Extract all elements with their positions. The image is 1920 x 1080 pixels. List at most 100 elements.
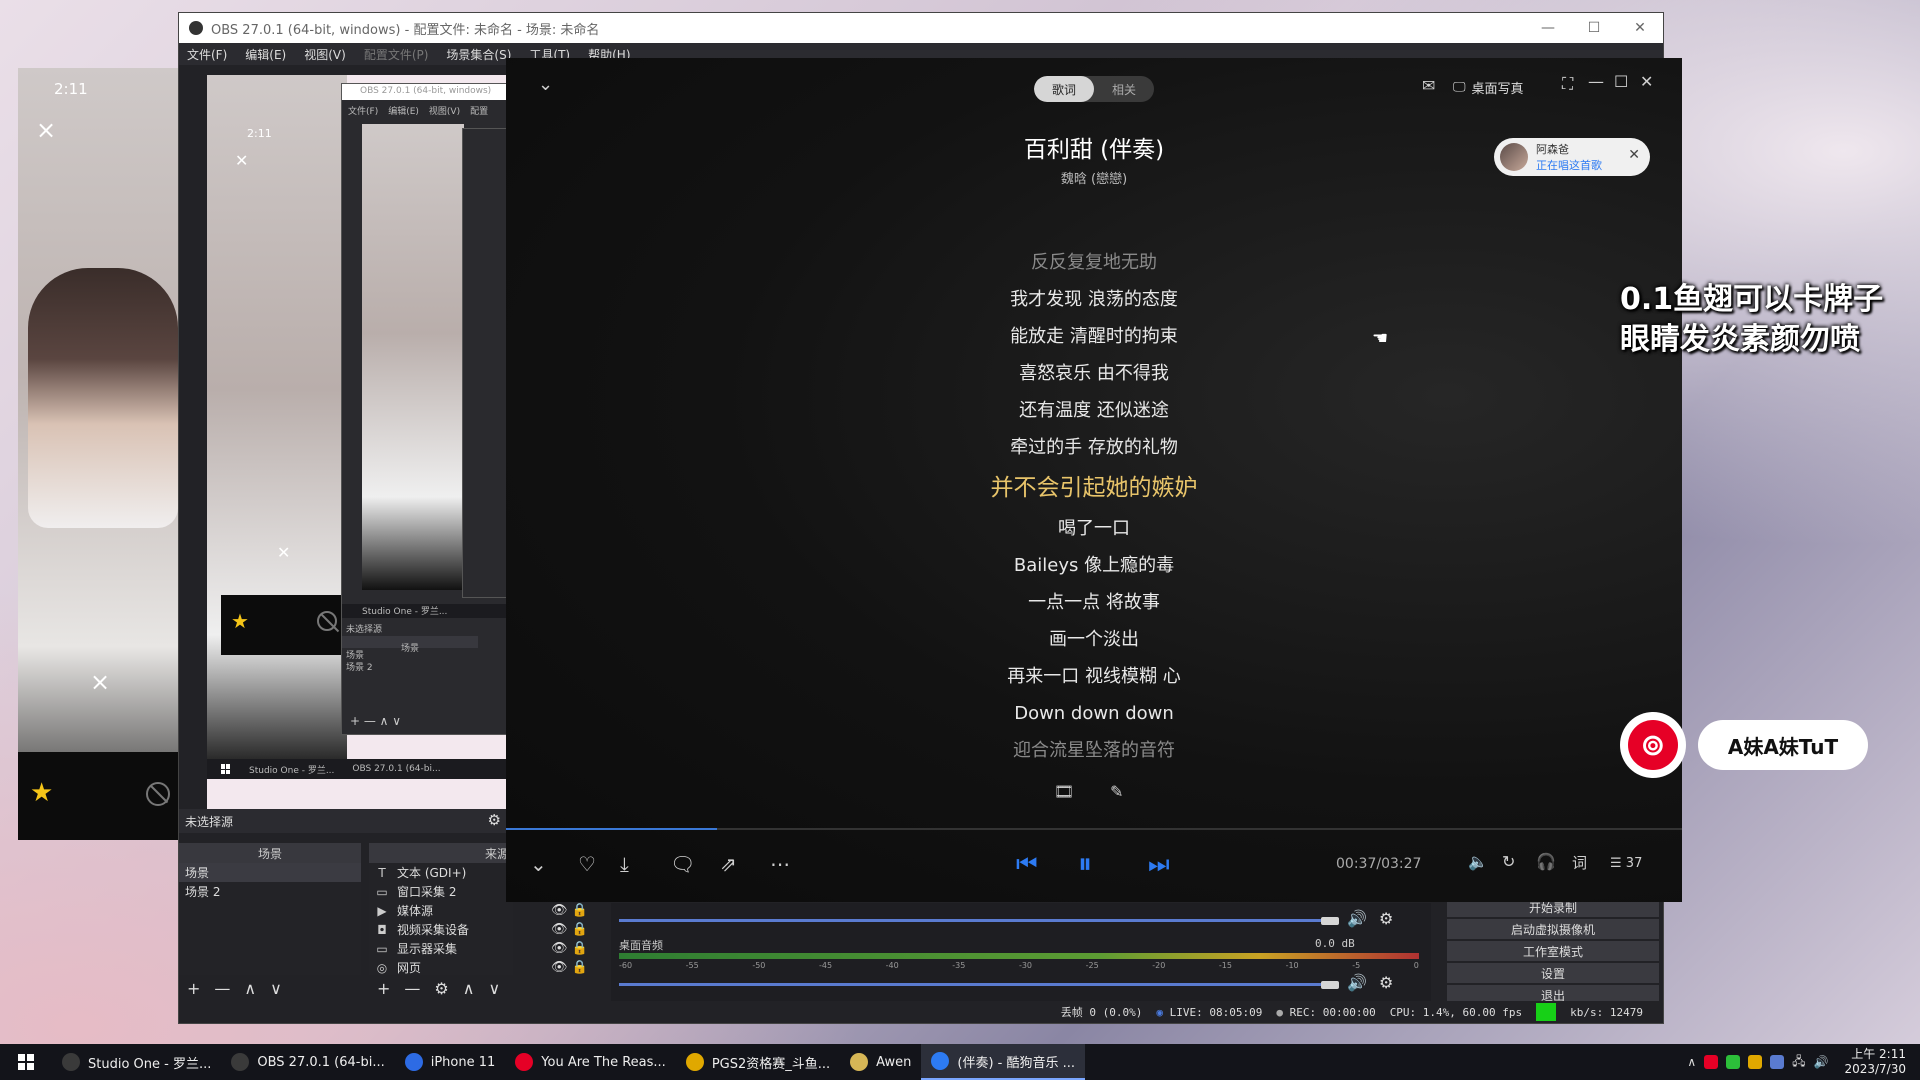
add-scene-button[interactable]: + xyxy=(187,979,200,998)
lyric-line[interactable]: 还有温度 还似迷途 xyxy=(506,392,1682,429)
obs-preview-canvas[interactable]: 2:11 ✕ ✕ ★ OBS 27.0.1 (64-bit, windows) … xyxy=(207,75,507,809)
tray-expand-icon[interactable]: ∧ xyxy=(1687,1055,1696,1069)
speaker-icon[interactable]: 🔊 xyxy=(1347,909,1367,928)
remove-source-button[interactable]: — xyxy=(404,979,420,998)
netease-tray-icon[interactable] xyxy=(1704,1055,1719,1069)
minimize-icon[interactable]: — xyxy=(1525,13,1571,43)
next-track-icon[interactable]: ⏭ xyxy=(1148,850,1170,878)
maximize-icon[interactable]: ☐ xyxy=(1614,72,1628,91)
taskbar-item-folder[interactable]: Awen xyxy=(840,1044,921,1080)
lyric-line[interactable]: 画一个淡出 xyxy=(506,621,1682,658)
source-item[interactable]: T 文本 (GDI+) xyxy=(369,863,513,882)
lyric-line[interactable]: 喝了一口 xyxy=(506,510,1682,547)
move-down-button[interactable]: ∨ xyxy=(488,979,500,998)
tab-lyrics[interactable]: 歌词 xyxy=(1034,76,1094,102)
source-item[interactable]: ▭ 显示器采集 xyxy=(369,939,513,958)
close-icon[interactable]: × xyxy=(36,116,56,144)
steam-tray-icon[interactable] xyxy=(1770,1055,1785,1069)
menu-view[interactable]: 视图(V) xyxy=(304,46,346,63)
scene-item[interactable]: 场景 xyxy=(179,863,361,882)
comment-icon[interactable]: 🗨 xyxy=(670,852,695,876)
lyric-line[interactable]: 牵过的手 存放的礼物 xyxy=(506,429,1682,466)
network-icon[interactable]: 🖧 xyxy=(1792,1052,1805,1073)
minimize-icon[interactable]: — xyxy=(1588,72,1604,91)
eye-icon[interactable]: 👁 🔒 xyxy=(551,920,588,939)
volume-slider[interactable] xyxy=(619,919,1331,922)
volume-knob[interactable] xyxy=(1321,917,1339,925)
lyric-line[interactable]: 一点一点 将故事 xyxy=(506,584,1682,621)
lyric-line[interactable]: Baileys 像上瘾的毒 xyxy=(506,547,1682,584)
mail-icon[interactable]: ✉ xyxy=(1422,76,1435,95)
download-icon[interactable]: ⤓ xyxy=(620,852,629,876)
lyric-line-current[interactable]: 并不会引起她的嫉妒 xyxy=(506,466,1682,510)
move-up-button[interactable]: ∧ xyxy=(244,979,256,998)
gear-icon[interactable]: ⚙ xyxy=(1379,973,1393,992)
heart-icon[interactable]: ♡ xyxy=(578,852,596,876)
add-source-button[interactable]: + xyxy=(377,979,390,998)
taskbar-item-netease[interactable]: You Are The Reas... xyxy=(505,1044,676,1080)
playlist-button[interactable]: ☰ 37 xyxy=(1610,856,1642,871)
wechat-tray-icon[interactable] xyxy=(1726,1055,1741,1069)
eye-icon[interactable]: 👁 🔒 xyxy=(551,958,588,977)
lyric-line[interactable]: 能放走 清醒时的拘束 xyxy=(506,318,1682,355)
listener-card[interactable]: 阿森爸 正在唱这首歌 ✕ xyxy=(1494,138,1650,176)
remove-scene-button[interactable]: — xyxy=(214,979,230,998)
menu-edit[interactable]: 编辑(E) xyxy=(245,46,286,63)
close-icon[interactable]: × xyxy=(90,668,110,696)
lyric-line[interactable]: 我才发现 浪荡的态度 xyxy=(506,281,1682,318)
taskbar-item-kugou[interactable]: (伴奏) - 酷狗音乐 ... xyxy=(921,1044,1086,1080)
volume-icon[interactable]: 🔊 xyxy=(1814,1055,1829,1069)
move-down-button[interactable]: ∨ xyxy=(270,979,282,998)
source-item[interactable]: ▶ 媒体源 xyxy=(369,901,513,920)
close-icon[interactable]: ✕ xyxy=(1640,72,1653,91)
volume-knob[interactable] xyxy=(1321,981,1339,989)
more-icon[interactable]: ⋯ xyxy=(770,852,790,876)
tab-related[interactable]: 相关 xyxy=(1094,76,1154,102)
virtual-camera-button[interactable]: 启动虚拟摄像机 xyxy=(1447,919,1659,939)
lyric-line[interactable]: 再来一口 视线模糊 心 xyxy=(506,658,1682,695)
move-up-button[interactable]: ∧ xyxy=(463,979,475,998)
taskbar-item-studio-one[interactable]: Studio One - 罗兰... xyxy=(52,1044,221,1080)
system-clock[interactable]: 上午 2:11 2023/7/30 xyxy=(1844,1047,1906,1077)
star-icon[interactable]: ★ xyxy=(30,778,53,808)
maximize-icon[interactable]: ☐ xyxy=(1571,13,1617,43)
lyric-line[interactable]: 喜怒哀乐 由不得我 xyxy=(506,355,1682,392)
gear-icon[interactable]: ⚙ xyxy=(1379,909,1393,928)
progress-bar[interactable] xyxy=(506,828,1682,830)
lyric-line[interactable]: 反反复复地无助 xyxy=(506,244,1682,281)
lyric-line[interactable]: 迎合流星坠落的音符 xyxy=(506,732,1682,769)
studio-mode-button[interactable]: 工作室模式 xyxy=(1447,941,1659,961)
menu-file[interactable]: 文件(F) xyxy=(187,46,227,63)
source-item[interactable]: ▭ 窗口采集 2 xyxy=(369,882,513,901)
gear-icon[interactable]: ⚙ xyxy=(488,811,501,829)
scene-item[interactable]: 场景 2 xyxy=(179,882,361,901)
block-icon[interactable] xyxy=(146,782,170,806)
share-icon[interactable]: ⇗ xyxy=(720,852,737,876)
loop-icon[interactable]: ↻ xyxy=(1502,852,1515,871)
source-item[interactable]: ◘ 视频采集设备 xyxy=(369,920,513,939)
app-tray-icon[interactable] xyxy=(1748,1055,1763,1069)
eye-icon[interactable]: 👁 🔒 xyxy=(551,939,588,958)
gear-icon[interactable]: ⚙ xyxy=(434,979,448,998)
close-icon[interactable]: ✕ xyxy=(1617,13,1663,43)
lyrics-toggle-button[interactable]: 词 xyxy=(1572,852,1587,873)
taskbar-item-iphone[interactable]: iPhone 11 xyxy=(395,1044,506,1080)
menu-scene-collection[interactable]: 场景集合(S) xyxy=(446,46,511,63)
edit-lyrics-icon[interactable]: ✎ xyxy=(1110,782,1123,801)
close-icon[interactable]: ✕ xyxy=(1628,147,1640,163)
volume-slider[interactable] xyxy=(619,983,1331,986)
headphones-icon[interactable]: 🎧 xyxy=(1536,852,1556,871)
taskbar-item-chrome[interactable]: PGS2资格赛_斗鱼... xyxy=(676,1044,840,1080)
settings-button[interactable]: 设置 xyxy=(1447,963,1659,983)
pause-icon[interactable]: ⏸ xyxy=(1078,847,1092,881)
menu-profile[interactable]: 配置文件(P) xyxy=(364,46,429,63)
volume-icon[interactable]: 🔈 xyxy=(1468,852,1488,871)
mv-icon[interactable]: 🎞 xyxy=(1054,782,1074,801)
taskbar-item-obs[interactable]: OBS 27.0.1 (64-bi... xyxy=(221,1044,394,1080)
eye-icon[interactable]: 👁 🔒 xyxy=(551,901,588,920)
collapse-chevron-icon[interactable]: ⌄ xyxy=(530,852,547,876)
start-button[interactable] xyxy=(0,1044,52,1080)
desk-lyrics-button[interactable]: 🖵 桌面写真 xyxy=(1453,78,1524,97)
speaker-icon[interactable]: 🔊 xyxy=(1347,973,1367,992)
fullscreen-icon[interactable]: ⛶ xyxy=(1562,74,1573,94)
